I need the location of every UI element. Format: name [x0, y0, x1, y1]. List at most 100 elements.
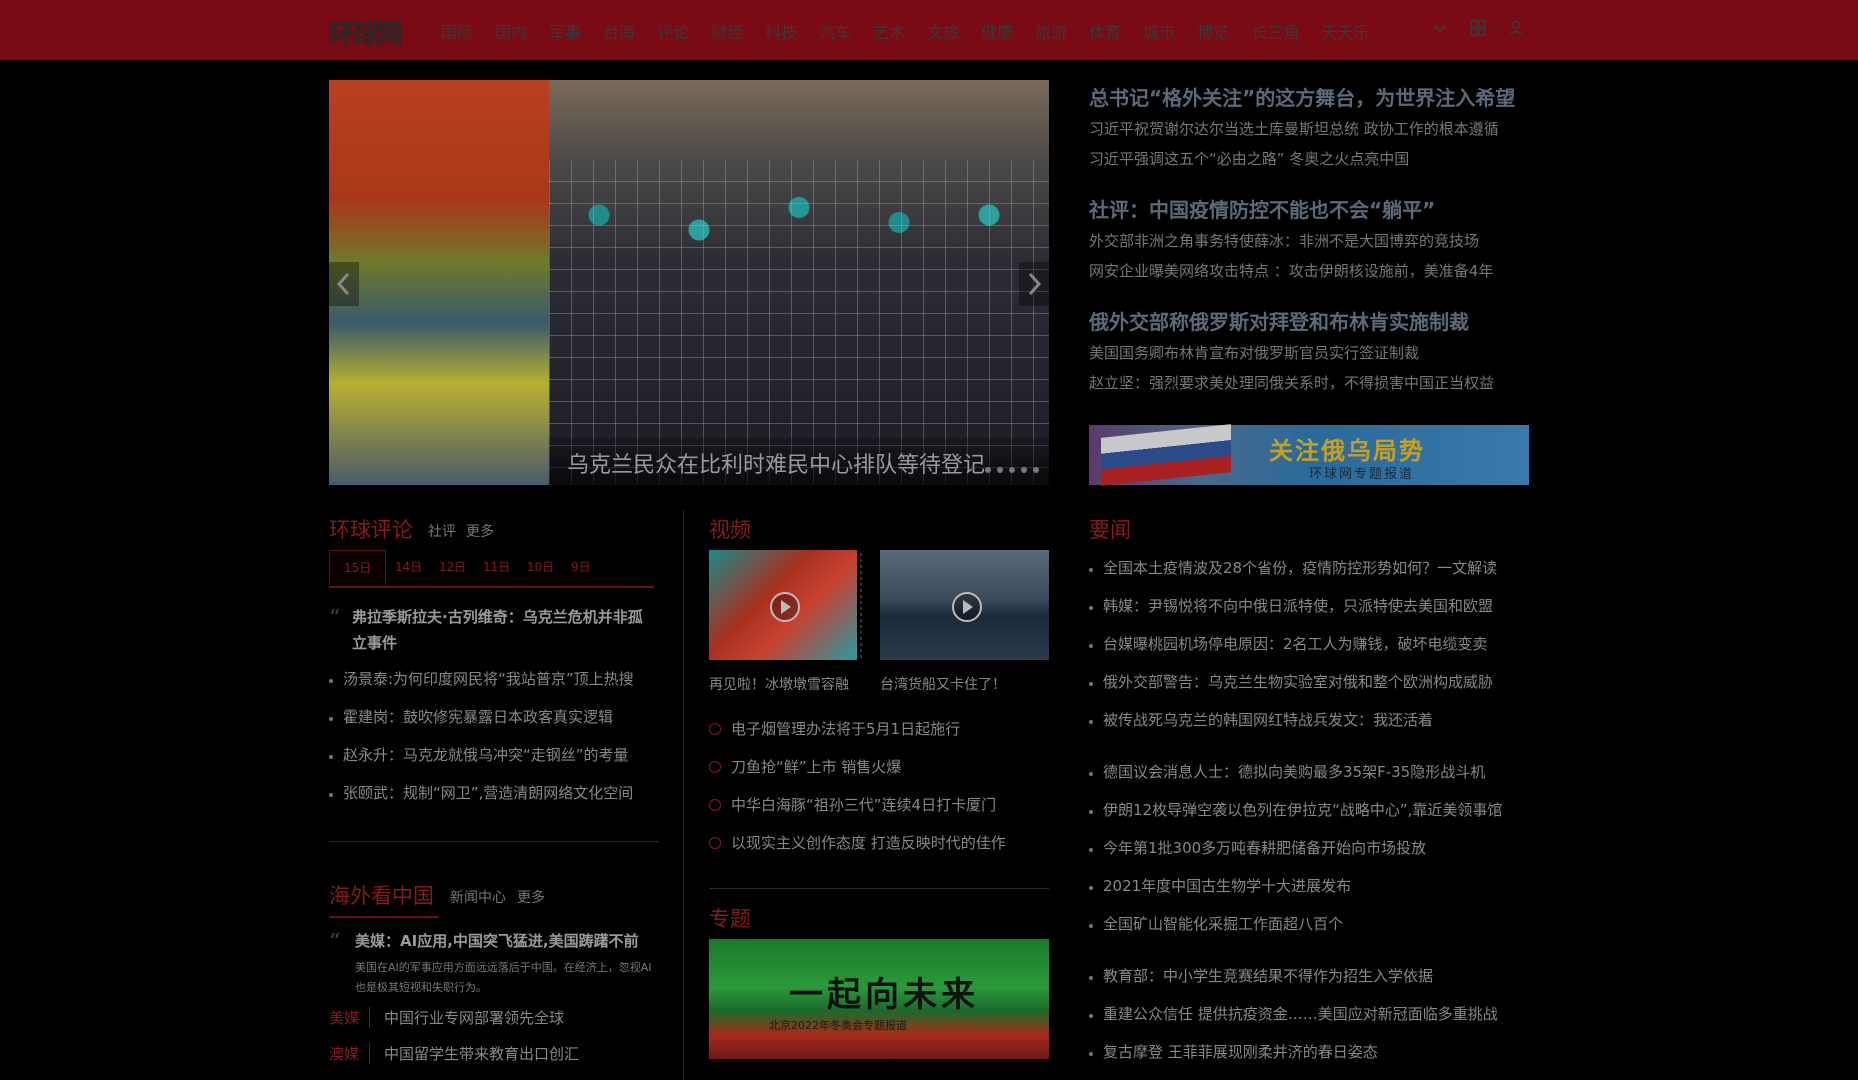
comment-link-editorial[interactable]: 社评 [428, 521, 456, 541]
site-logo[interactable]: 环球网 [329, 14, 403, 51]
list-item[interactable]: 台媒曝桃园机场停电原因：2名工人为赚钱，破坏电缆变卖 [1089, 625, 1529, 663]
list-item[interactable]: 中华白海豚“祖孙三代”连续4日打卡厦门 [709, 786, 1049, 824]
video-caption[interactable]: 台湾货船又卡住了！ [880, 674, 1006, 694]
list-item[interactable]: 刀鱼抢“鲜”上市 销售火爆 [709, 748, 1049, 786]
overseas-row[interactable]: 澳媒 中国留学生带来教育出口创汇 [329, 1043, 579, 1064]
overseas-quote-title[interactable]: 美媒：AI应用,中国突飞猛进,美国踌躇不前 [355, 930, 639, 951]
carousel-dots[interactable] [985, 467, 1039, 473]
date-tab[interactable]: 15日 [329, 550, 387, 585]
hero-carousel[interactable]: 乌克兰民众在比利时难民中心排队等待登记 [329, 80, 1049, 485]
overseas-link-newscenter[interactable]: 新闻中心 [450, 887, 506, 907]
headline-sub[interactable]: 习近平强调这五个“必由之路” 冬奥之火点亮中国 [1089, 144, 1529, 174]
nav-item[interactable]: 台海 [603, 19, 635, 43]
chevron-down-icon[interactable] [1432, 20, 1448, 36]
list-item[interactable]: 复古摩登 王菲菲展现刚柔并济的春日姿态 [1089, 1033, 1529, 1071]
list-item[interactable]: 赵永升：马克龙就俄乌冲突“走钢丝”的考量 [329, 736, 654, 774]
quote-icon: “ [329, 606, 341, 631]
nav-item[interactable]: 国内 [495, 19, 527, 43]
special-banner[interactable]: 一起向未来 北京2022年冬奥会专题报道 [709, 939, 1049, 1059]
news-list: 德国议会消息人士：德拟向美购最多35架F-35隐形战斗机 伊朗12枚导弹空袭以色列… [1089, 753, 1529, 943]
play-icon[interactable] [770, 592, 800, 622]
nav-item[interactable]: 城市 [1143, 19, 1175, 43]
nav-item[interactable]: 天天乐 [1321, 19, 1369, 43]
carousel-dot[interactable] [1009, 467, 1015, 473]
carousel-prev-button[interactable] [329, 262, 359, 306]
nav-item[interactable]: 体育 [1089, 19, 1121, 43]
list-item[interactable]: 全国本土疫情波及28个省份，疫情防控形势如何？一文解读 [1089, 549, 1529, 587]
carousel-dot[interactable] [1033, 467, 1039, 473]
date-tab[interactable]: 14日 [395, 550, 422, 584]
grid-icon[interactable] [1470, 20, 1486, 36]
nav-item[interactable]: 科技 [765, 19, 797, 43]
list-item[interactable]: 被传战死乌克兰的韩国网红特战兵发文：我还活着 [1089, 701, 1529, 739]
list-item[interactable]: 韩媒：尹锡悦将不向中俄日派特使，只派特使去美国和欧盟 [1089, 587, 1529, 625]
nav-item[interactable]: 旅游 [1035, 19, 1067, 43]
nav-item[interactable]: 军事 [549, 19, 581, 43]
quote-icon: “ [329, 930, 341, 955]
date-tab[interactable]: 12日 [439, 550, 466, 584]
list-item[interactable]: 今年第1批300多万吨春耕肥储备开始向市场投放 [1089, 829, 1529, 867]
list-item[interactable]: 重建公众信任 提供抗疫资金……美国应对新冠面临多重挑战 [1089, 995, 1529, 1033]
nav-item[interactable]: 财经 [711, 19, 743, 43]
carousel-next-button[interactable] [1019, 262, 1049, 306]
list-item[interactable]: 俄外交部警告：乌克兰生物实验室对俄和整个欧洲构成威胁 [1089, 663, 1529, 701]
nav-item[interactable]: 汽车 [819, 19, 851, 43]
headline-sub[interactable]: 网安企业曝美网络攻击特点 ：攻击伊朗核设施前，美准备4年 [1089, 256, 1529, 286]
nav-item[interactable]: 评论 [657, 19, 689, 43]
headline-sub[interactable]: 赵立坚：强烈要求美处理同俄关系时，不得损害中国正当权益 [1089, 368, 1529, 398]
date-tab[interactable]: 9日 [571, 550, 591, 584]
list-item[interactable]: 德国议会消息人士：德拟向美购最多35架F-35隐形战斗机 [1089, 753, 1529, 791]
list-item[interactable]: 全国矿山智能化采掘工作面超八百个 [1089, 905, 1529, 943]
list-item[interactable]: 汤景泰:为何印度网民将“我站普京”顶上热搜 [329, 660, 654, 698]
carousel-dot[interactable] [997, 467, 1003, 473]
headline-sub[interactable]: 习近平祝贺谢尔达尔当选土库曼斯坦总统 政协工作的根本遵循 [1089, 114, 1529, 144]
video-thumbnail[interactable] [880, 550, 1049, 660]
overseas-section-title[interactable]: 海外看中国 [329, 880, 434, 910]
carousel-caption-text[interactable]: 乌克兰民众在比利时难民中心排队等待登记 [567, 447, 985, 479]
video-caption[interactable]: 再见啦！冰墩墩雪容融 [709, 674, 849, 694]
carousel-caption[interactable]: 乌克兰民众在比利时难民中心排队等待登记 [549, 437, 1049, 485]
list-item[interactable]: 伊朗12枚导弹空袭以色列在伊拉克“战略中心”,靠近美领事馆 [1089, 791, 1529, 829]
headline-group: 总书记“格外关注”的这方舞台，为世界注入希望 习近平祝贺谢尔达尔当选土库曼斯坦总统… [1089, 82, 1529, 174]
nav-item[interactable]: 文旅 [927, 19, 959, 43]
date-tab[interactable]: 11日 [483, 550, 510, 584]
headline-sub[interactable]: 外交部非洲之角事务特使薛冰：非洲不是大国博弈的竞技场 [1089, 226, 1529, 256]
date-tab[interactable]: 10日 [527, 550, 554, 584]
play-icon[interactable] [951, 592, 982, 622]
list-item[interactable]: 2021年度中国古生物学十大进展发布 [1089, 867, 1529, 905]
divider [329, 841, 659, 842]
headline-title[interactable]: 社评：中国疫情防控不能也不会“躺平” [1089, 194, 1529, 226]
carousel-dot[interactable] [1021, 467, 1027, 473]
comment-section-title[interactable]: 环球评论 [329, 514, 413, 544]
list-item[interactable]: 以现实主义创作态度 打造反映时代的佳作 [709, 824, 1049, 862]
headline-sub[interactable]: 美国国务卿布林肯宣布对俄罗斯官员实行签证制裁 [1089, 338, 1529, 368]
comment-quote-title[interactable]: 弗拉季斯拉夫·古列维奇：乌克兰危机并非孤立事件 [352, 604, 652, 656]
headline-title[interactable]: 总书记“格外关注”的这方舞台，为世界注入希望 [1089, 82, 1529, 114]
list-item[interactable]: 电子烟管理办法将于5月1日起施行 [709, 710, 1049, 748]
comment-link-more[interactable]: 更多 [466, 521, 494, 541]
nav-item[interactable]: 艺术 [873, 19, 905, 43]
list-item[interactable]: 教育部：中小学生竞赛结果不得作为招生入学依据 [1089, 957, 1529, 995]
user-icon[interactable] [1508, 20, 1524, 36]
banner-title: 关注俄乌局势 [1269, 437, 1425, 465]
news-list: 教育部：中小学生竞赛结果不得作为招生入学依据 重建公众信任 提供抗疫资金……美国应… [1089, 957, 1529, 1071]
overseas-row[interactable]: 美媒 中国行业专网部署领先全球 [329, 1007, 564, 1028]
headline-title[interactable]: 俄外交部称俄罗斯对拜登和布林肯实施制裁 [1089, 306, 1529, 338]
overseas-link-more[interactable]: 更多 [517, 887, 545, 907]
thumb-divider [860, 550, 862, 660]
nav-item[interactable]: 健康 [981, 19, 1013, 43]
russia-ukraine-banner[interactable]: 关注俄乌局势 环球网专题报道 [1089, 424, 1529, 486]
nav-item[interactable]: 长三角 [1251, 19, 1299, 43]
video-section-title[interactable]: 视频 [709, 514, 751, 544]
list-item[interactable]: 霍建岗：鼓吹修宪暴露日本政客真实逻辑 [329, 698, 654, 736]
nav-item[interactable]: 国际 [441, 19, 473, 43]
video-thumbnail[interactable] [709, 550, 857, 660]
special-banner-title: 一起向未来 [789, 975, 979, 1015]
news-section-title[interactable]: 要闻 [1089, 514, 1131, 544]
nav-item[interactable]: 博览 [1197, 19, 1229, 43]
media-headline[interactable]: 中国行业专网部署领先全球 [384, 1009, 564, 1027]
special-section-title[interactable]: 专题 [709, 903, 751, 933]
media-headline[interactable]: 中国留学生带来教育出口创汇 [384, 1045, 579, 1063]
carousel-dot[interactable] [985, 467, 991, 473]
list-item[interactable]: 张颐武：规制“网卫”,营造清朗网络文化空间 [329, 774, 654, 812]
